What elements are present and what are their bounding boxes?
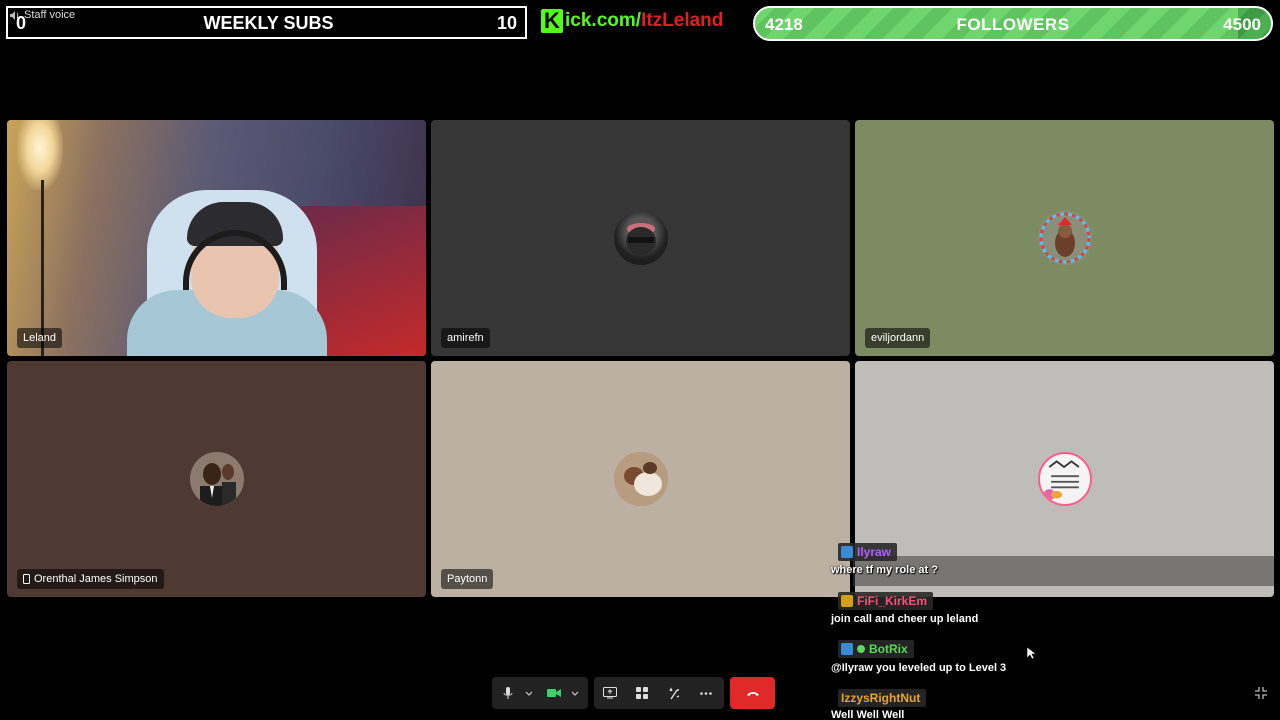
camera-button[interactable] — [545, 684, 563, 702]
weekly-subs-goal: 0 WEEKLY SUBS 10 — [6, 6, 527, 39]
avatar — [613, 452, 668, 506]
followers-goal-bar: 4218 FOLLOWERS 4500 — [753, 6, 1273, 41]
mic-options-button[interactable] — [520, 684, 538, 702]
followers-target: 4500 — [1223, 15, 1261, 34]
chevron-down-icon — [525, 691, 533, 696]
chat-username: IzzysRightNut — [841, 691, 921, 705]
chat-badge-icon — [841, 595, 853, 607]
chat-username-tag: Ilyraw — [838, 543, 898, 561]
participant-name: amirefn — [441, 328, 490, 348]
chat-message: @Ilyraw you leveled up to Level 3 — [831, 662, 1007, 674]
chat-username: FiFi_KirkEm — [857, 594, 928, 608]
speaker-icon — [10, 10, 19, 20]
avatar — [189, 452, 244, 506]
minimize-icon[interactable] — [1254, 686, 1268, 700]
kick-logo-icon: K — [541, 9, 563, 33]
avatar — [613, 211, 668, 265]
verified-icon — [857, 645, 865, 653]
chat-username-tag: IzzysRightNut — [838, 689, 927, 707]
webcam-video — [7, 120, 426, 356]
more-icon — [700, 691, 712, 695]
apps-button[interactable] — [633, 684, 651, 702]
kick-url-domain: ick.com/ — [565, 10, 642, 31]
participant-name: Leland — [17, 328, 63, 348]
hangup-icon — [746, 691, 759, 696]
avatar-image — [613, 452, 668, 506]
participant-name: Paytonn — [441, 569, 494, 589]
chevron-down-icon — [571, 691, 579, 696]
chat-badge-icon — [841, 546, 853, 558]
followers-title: FOLLOWERS — [956, 15, 1070, 34]
participant-tile-leland[interactable]: Leland — [7, 120, 426, 356]
apps-icon — [636, 687, 648, 699]
participant-tile-amirefn[interactable]: amirefn — [431, 120, 850, 356]
effects-icon — [668, 686, 679, 699]
mouse-cursor-icon — [1027, 647, 1036, 660]
share-screen-button[interactable] — [601, 684, 619, 702]
chat-badge-icon — [841, 643, 853, 655]
kick-channel-banner: K ick.com/ItzLeland — [541, 8, 723, 34]
chat-message: Well Well Well — [831, 709, 905, 720]
chat-username-tag: BotRix — [838, 640, 914, 658]
weekly-subs-target: 10 — [496, 13, 517, 33]
staff-voice-indicator: Staff voice — [10, 9, 75, 21]
lamp — [17, 120, 63, 190]
share-screen-icon — [603, 687, 617, 699]
avatar-image — [1043, 460, 1079, 501]
avatar — [1037, 211, 1092, 265]
more-button[interactable] — [697, 684, 715, 702]
camera-icon — [547, 689, 561, 697]
participant-name: Orenthal James Simpson — [34, 573, 158, 585]
staff-voice-label: Staff voice — [24, 9, 76, 21]
chat-username-tag: FiFi_KirkEm — [838, 592, 934, 610]
participant-tile-eviljordann[interactable]: eviljordann — [855, 120, 1274, 356]
camera-options-button[interactable] — [566, 684, 584, 702]
avatar-image — [1039, 212, 1090, 264]
participant-name: eviljordann — [865, 328, 931, 348]
chat-message: join call and cheer up leland — [831, 613, 979, 625]
mic-button[interactable] — [499, 684, 517, 702]
participant-name-tag: Orenthal James Simpson — [17, 569, 164, 589]
kick-url-channel: ItzLeland — [641, 10, 724, 31]
kick-url: ick.com/ItzLeland — [565, 10, 723, 32]
avatar-image — [189, 452, 244, 506]
chat-message: where tf my role at ? — [831, 564, 938, 576]
chat-username: Ilyraw — [857, 545, 892, 559]
stream-overlay: 0 WEEKLY SUBS 10 Staff voice K ick.com/I… — [0, 0, 1280, 720]
hangup-button[interactable] — [730, 677, 775, 709]
chat-username: BotRix — [869, 642, 908, 656]
phone-icon — [23, 574, 30, 584]
participant-tile-paytonn[interactable]: Paytonn — [431, 361, 850, 597]
participant-tile-orenthal-james-simpson[interactable]: Orenthal James Simpson — [7, 361, 426, 597]
mic-icon — [503, 686, 513, 699]
avatar — [1037, 452, 1092, 506]
avatar-image — [625, 223, 656, 255]
effects-button[interactable] — [665, 684, 683, 702]
weekly-subs-title: WEEKLY SUBS — [203, 13, 334, 33]
